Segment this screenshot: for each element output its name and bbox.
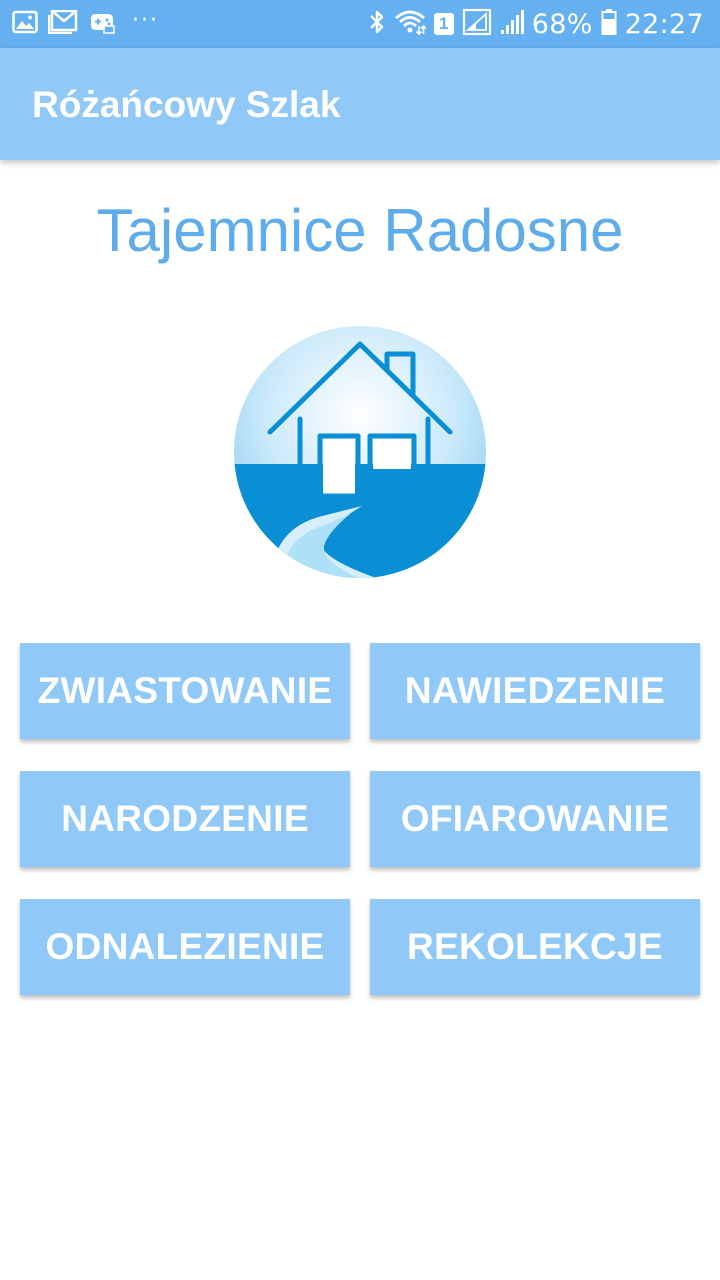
zwiastowanie-button[interactable]: ZWIASTOWANIE bbox=[20, 643, 350, 739]
nawiedzenie-button[interactable]: NAWIEDZENIE bbox=[370, 643, 700, 739]
gmail-icon bbox=[47, 9, 78, 39]
app-bar: Różańcowy Szlak bbox=[0, 48, 720, 160]
rekolekcje-button[interactable]: REKOLEKCJE bbox=[370, 899, 700, 995]
app-title: Różańcowy Szlak bbox=[32, 84, 341, 125]
bluetooth-icon bbox=[368, 8, 386, 41]
page-title: Tajemnice Radosne bbox=[96, 197, 624, 264]
narodzenie-button[interactable]: NARODZENIE bbox=[20, 771, 350, 867]
status-left-icons: ··· bbox=[12, 7, 159, 39]
ofiarowanie-button[interactable]: OFIAROWANIE bbox=[370, 771, 700, 867]
more-notifications-icon: ··· bbox=[132, 7, 159, 33]
status-right-icons: 1 68% 22:27 bbox=[368, 8, 704, 40]
wifi-icon bbox=[394, 9, 427, 40]
status-bar: ··· 1 68% 22:27 bbox=[0, 0, 720, 48]
gallery-icon bbox=[12, 10, 38, 39]
game-controller-icon bbox=[88, 10, 116, 39]
battery-percent: 68% bbox=[531, 8, 593, 40]
odnalezienie-button[interactable]: ODNALEZIENIE bbox=[20, 899, 350, 995]
sim-badge: 1 bbox=[433, 13, 454, 35]
signal-icon bbox=[462, 8, 492, 41]
house-road-icon bbox=[232, 324, 488, 580]
signal-icon bbox=[500, 9, 524, 40]
clock: 22:27 bbox=[624, 8, 704, 40]
battery-icon bbox=[601, 8, 617, 41]
